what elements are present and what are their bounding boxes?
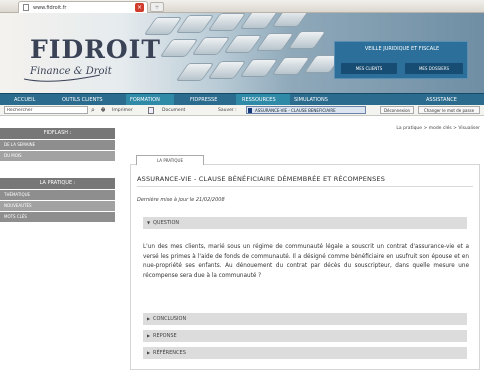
last-update-date: Dernière mise à jour le 21/02/2008 — [137, 197, 225, 203]
page-icon — [23, 4, 29, 11]
chevron-right-icon: ▶ — [147, 333, 151, 338]
keyboard-key-graphic — [271, 13, 311, 27]
chevron-right-icon: ▶ — [147, 316, 151, 321]
selection-marker-icon — [248, 108, 252, 113]
sidebar-item-mois[interactable]: DU MOIS — [0, 151, 115, 161]
sidebar: FIDFLASH : DE LA SEMAINE DU MOIS LA PRAT… — [0, 116, 115, 370]
change-password-button[interactable]: Changer le mot de passe — [418, 106, 480, 114]
section-reponse-label: REPONSE — [153, 333, 177, 339]
question-text: L'un des mes clients, marié sous un régi… — [143, 244, 469, 279]
document-link[interactable]: Document — [162, 106, 185, 115]
section-question-header[interactable]: ▼ QUESTION — [143, 217, 467, 229]
section-conclusion-header[interactable]: ▶ CONCLUSION — [143, 313, 467, 325]
mes-clients-button[interactable]: MES CLIENTS — [341, 63, 397, 74]
toolbar: ⌕ 🖶 Imprimer Document Sauver : ASSURANCE… — [0, 105, 484, 116]
browser-tab-strip: www.fidroit.fr × + — [0, 0, 484, 13]
section-references-label: RÉFÉRENCES — [153, 350, 186, 356]
chevron-down-icon: ▼ — [147, 220, 151, 225]
mes-dossiers-button[interactable]: MES DOSSIERS — [405, 63, 463, 74]
imprimer-link[interactable]: Imprimer — [112, 106, 133, 115]
tab-la-pratique[interactable]: LA PRATIQUE — [136, 155, 204, 165]
print-icon[interactable]: 🖶 — [101, 106, 105, 115]
sidebar-heading-pratique: LA PRATIQUE : — [0, 178, 115, 189]
sidebar-item-semaine[interactable]: DE LA SEMAINE — [0, 140, 115, 150]
sidebar-heading-fidflash: FIDFLASH : — [0, 128, 115, 139]
sauver-value: ASSURANCE-VIE - CLAUSE BENEFICIAIRE — [255, 108, 336, 113]
search-input[interactable] — [4, 106, 88, 114]
article-title: ASSURANCE-VIE - CLAUSE BÉNÉFICIAIRE DÉME… — [137, 175, 386, 183]
section-question-label: QUESTION — [153, 220, 180, 226]
deconnexion-button[interactable]: Déconnexion — [380, 106, 414, 114]
sidebar-item-mots-cles[interactable]: MOTS CLÉS — [0, 212, 115, 222]
section-conclusion-label: CONCLUSION — [153, 316, 187, 322]
sidebar-item-nouveautes[interactable]: NOUVEAUTÉS — [0, 201, 115, 211]
breadcrumb: La pratique > mode clés > Visualiser — [396, 126, 480, 131]
close-tab-icon[interactable]: × — [135, 3, 144, 12]
site-banner: FIDROIT Finance & Droit VEILLE JURIDIQUE… — [0, 13, 484, 93]
new-tab-button[interactable]: + — [150, 2, 164, 12]
content-area: FIDFLASH : DE LA SEMAINE DU MOIS LA PRAT… — [0, 116, 484, 370]
article-panel: ASSURANCE-VIE - CLAUSE BÉNÉFICIAIRE DÉME… — [130, 164, 480, 370]
browser-tab[interactable]: www.fidroit.fr × — [18, 1, 148, 13]
chevron-right-icon: ▶ — [147, 350, 151, 355]
article-title-bar: ASSURANCE-VIE - CLAUSE BÉNÉFICIAIRE DÉME… — [137, 171, 473, 187]
main-nav: ACCUEIL OUTILS CLIENTS FORMATION FIDPRES… — [0, 93, 484, 106]
veille-panel: VEILLE JURIDIQUE ET FISCALE MES CLIENTS … — [334, 41, 468, 79]
veille-title: VEILLE JURIDIQUE ET FISCALE — [364, 46, 440, 52]
sauver-field[interactable]: ASSURANCE-VIE - CLAUSE BENEFICIAIRE — [246, 106, 366, 114]
section-reponse-header[interactable]: ▶ REPONSE — [143, 330, 467, 342]
browser-window: www.fidroit.fr × + FIDROIT Finance & Dro… — [0, 0, 484, 370]
sauver-label: Sauver : — [218, 108, 237, 113]
site-logo[interactable]: FIDROIT — [30, 35, 161, 64]
browser-tab-title: www.fidroit.fr — [33, 5, 67, 11]
section-references-header[interactable]: ▶ RÉFÉRENCES — [143, 347, 467, 359]
document-icon — [148, 107, 154, 114]
site-tagline: Finance & Droit — [30, 66, 112, 77]
search-icon[interactable]: ⌕ — [91, 106, 95, 114]
sidebar-item-thematique[interactable]: THÉMATIQUE — [0, 190, 115, 200]
